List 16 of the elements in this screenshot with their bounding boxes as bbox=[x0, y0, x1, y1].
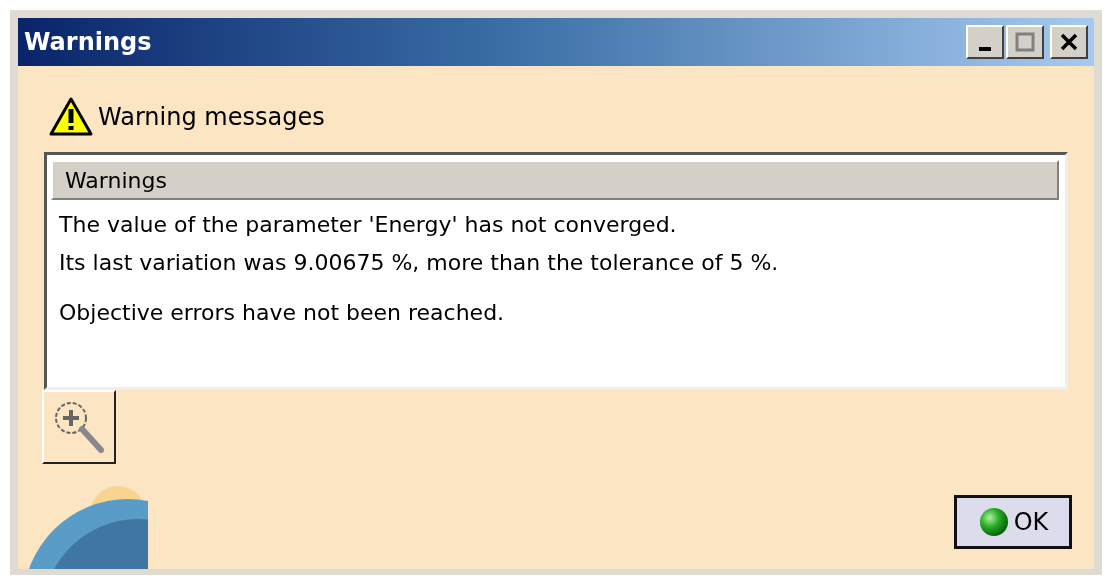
zoom-button[interactable] bbox=[42, 390, 116, 464]
maximize-button[interactable] bbox=[1006, 25, 1044, 59]
warning-message: The value of the parameter 'Energy' has not converged. bbox=[59, 211, 678, 239]
ok-button[interactable]: OK bbox=[954, 495, 1072, 549]
minimize-button[interactable] bbox=[966, 25, 1004, 59]
window-title: Warnings bbox=[24, 28, 152, 56]
close-icon bbox=[1059, 32, 1079, 52]
minimize-icon bbox=[979, 47, 991, 51]
warning-message: Objective errors have not been reached. bbox=[59, 299, 506, 327]
maximize-icon bbox=[1015, 32, 1035, 52]
close-button[interactable] bbox=[1050, 25, 1088, 59]
warning-icon bbox=[48, 96, 94, 138]
ball-icon bbox=[977, 506, 1010, 538]
column-header[interactable]: Warnings bbox=[51, 160, 1059, 200]
warning-message: Its last variation was 9.00675 %, more than the tolerance of 5 %. bbox=[59, 249, 780, 277]
section-heading: Warning messages bbox=[98, 103, 325, 131]
